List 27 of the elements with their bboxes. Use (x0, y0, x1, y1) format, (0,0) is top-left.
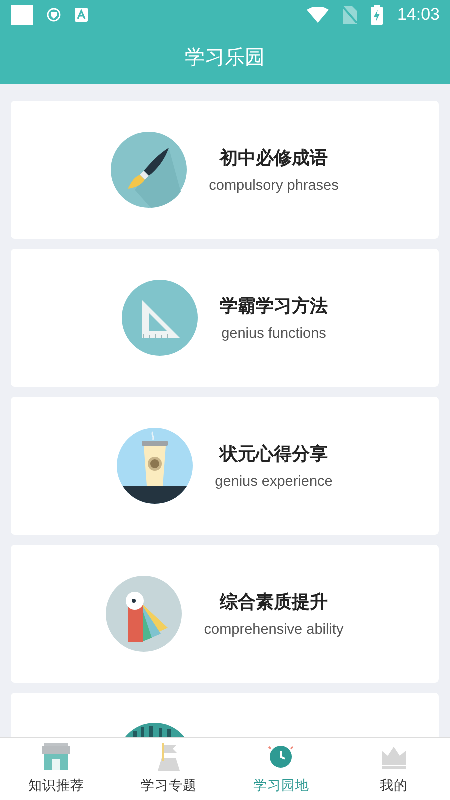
card-subtitle: genius experience (215, 474, 333, 490)
battery-charging-icon (371, 5, 384, 25)
app-icon (75, 8, 88, 22)
card-title: 状元心得分享 (220, 443, 328, 466)
card-background[interactable]: 状元心得分享 genius experience (11, 397, 439, 535)
card-background[interactable]: 初中必修成语 compulsory phrases (11, 101, 439, 239)
color-swatch-icon (106, 576, 182, 652)
wifi-icon (307, 7, 330, 23)
card-title: 综合素质提升 (220, 591, 328, 614)
paintbrush-icon (111, 132, 188, 208)
nav-tab[interactable]: 知识推荐 (0, 738, 112, 800)
notification-icon (11, 5, 33, 25)
alarm-clock-icon (267, 743, 296, 771)
card-title: 初中必修成语 (220, 147, 328, 170)
card-background[interactable]: 学霸学习方法 genius functions (11, 249, 439, 387)
card-subtitle: compulsory phrases (209, 178, 339, 194)
page-title: 学习乐园 (185, 44, 265, 70)
nav-tab[interactable]: 学习专题 (112, 738, 225, 800)
card-subtitle: genius functions (222, 326, 326, 342)
nav-tab[interactable]: 我的 (338, 738, 450, 800)
status-time: 14:03 (397, 5, 440, 25)
shield-icon (47, 8, 61, 22)
card-title: 学霸学习方法 (220, 295, 328, 318)
card-background[interactable]: 综合素质提升 comprehensive ability (11, 545, 439, 683)
store-icon (42, 743, 70, 771)
no-sim-icon (343, 6, 358, 24)
card-subtitle: comprehensive ability (204, 622, 344, 638)
